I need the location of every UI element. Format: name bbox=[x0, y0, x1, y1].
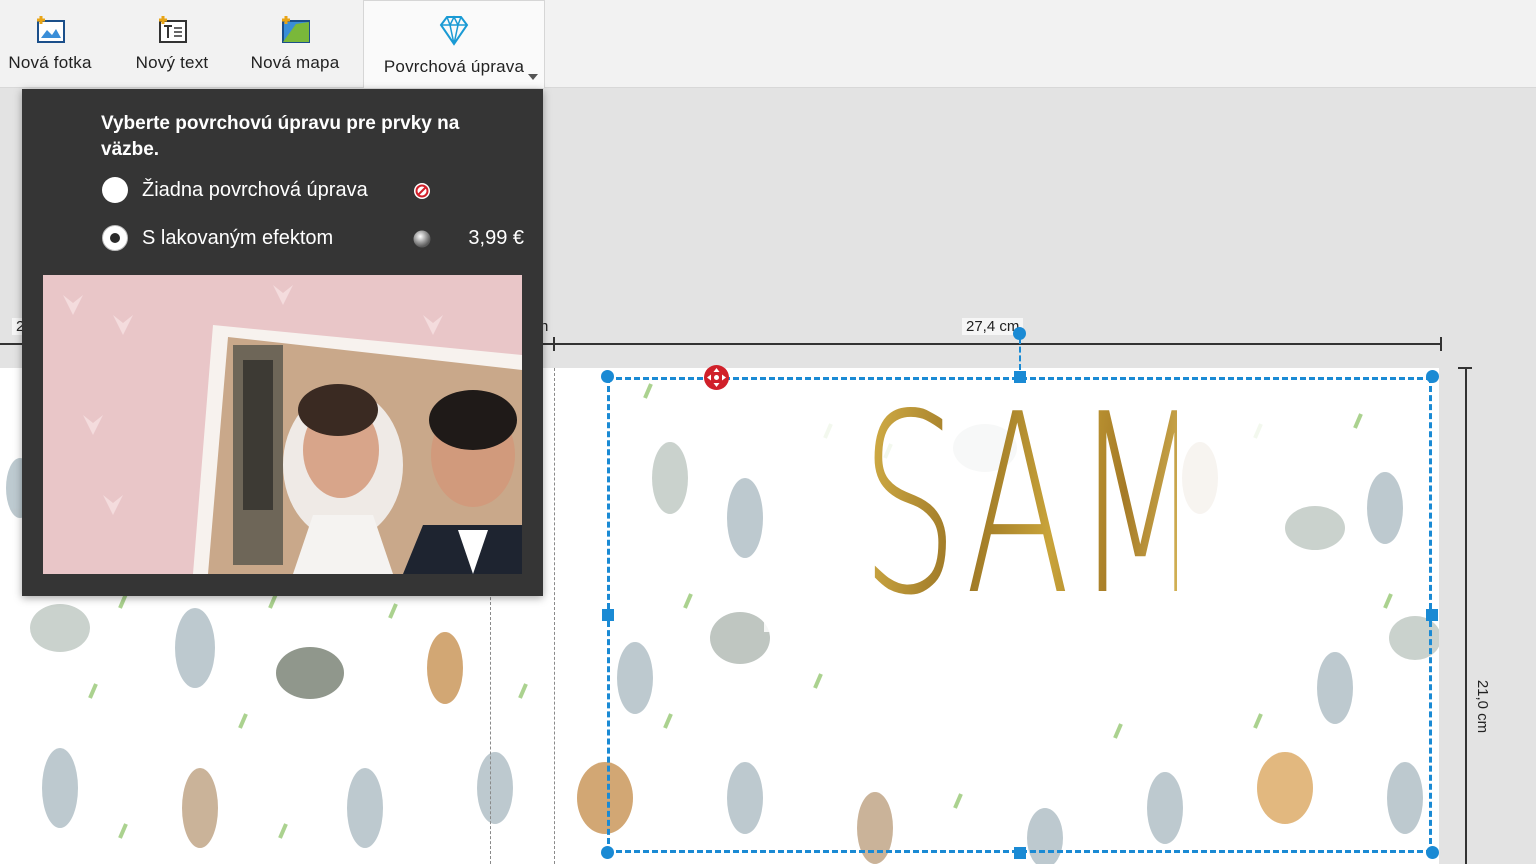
resize-handle-top-left[interactable] bbox=[601, 370, 614, 383]
add-map-icon bbox=[282, 16, 310, 43]
toolbar: Nová fotka Nový text Nová mapa Povrchová… bbox=[0, 0, 1536, 88]
add-text-icon bbox=[159, 16, 187, 43]
ruler-tick-left bbox=[553, 337, 555, 351]
height-ruler bbox=[1465, 368, 1467, 864]
surface-finish-popup: Vyberte povrchovú úpravu pre prvky na vä… bbox=[22, 89, 543, 596]
new-text-button[interactable]: Nový text bbox=[122, 0, 222, 87]
radio-gloss-effect[interactable] bbox=[102, 225, 128, 251]
new-map-button[interactable]: Nová mapa bbox=[244, 0, 346, 87]
new-text-label: Nový text bbox=[135, 53, 209, 72]
popup-title: Vyberte povrchovú úpravu pre prvky na vä… bbox=[101, 113, 460, 160]
height-label: 21,0 cm bbox=[1474, 679, 1492, 734]
surface-finish-label: Povrchová úprava bbox=[383, 57, 525, 76]
none-icon bbox=[414, 183, 430, 199]
option-no-finish[interactable]: Žiadna povrchová úprava bbox=[102, 176, 532, 206]
resize-handle-bottom-right[interactable] bbox=[1426, 846, 1439, 859]
rotate-handle[interactable] bbox=[1013, 327, 1026, 340]
finish-preview-image bbox=[43, 275, 522, 574]
resize-handle-bottom[interactable] bbox=[1014, 847, 1026, 859]
resize-handle-top-right[interactable] bbox=[1426, 370, 1439, 383]
option-gloss-effect-price: 3,99 € bbox=[468, 227, 524, 249]
resize-handle-left[interactable] bbox=[602, 609, 614, 621]
move-icon[interactable] bbox=[703, 364, 730, 391]
ruler-tick-right bbox=[1440, 337, 1442, 351]
surface-finish-button[interactable]: Povrchová úprava bbox=[363, 0, 545, 88]
new-photo-label: Nová fotka bbox=[8, 53, 92, 72]
resize-handle-bottom-left[interactable] bbox=[601, 846, 614, 859]
new-photo-button[interactable]: Nová fotka bbox=[0, 0, 100, 87]
gloss-dot-icon bbox=[413, 230, 431, 248]
resize-handle-top[interactable] bbox=[1014, 371, 1026, 383]
radio-no-finish[interactable] bbox=[102, 177, 128, 203]
rotate-handle-line bbox=[1019, 338, 1021, 370]
option-gloss-effect[interactable]: S lakovaným efektom 3,99 € bbox=[102, 224, 532, 254]
height-ruler-tick bbox=[1458, 367, 1472, 369]
add-photo-icon bbox=[37, 16, 65, 43]
chevron-down-icon bbox=[528, 74, 538, 80]
diamond-icon bbox=[439, 15, 469, 46]
resize-handle-right[interactable] bbox=[1426, 609, 1438, 621]
option-gloss-effect-label: S lakovaným efektom bbox=[142, 227, 334, 249]
new-map-label: Nová mapa bbox=[250, 53, 340, 72]
option-no-finish-label: Žiadna povrchová úprava bbox=[142, 179, 368, 201]
selection-box[interactable] bbox=[607, 377, 1432, 853]
